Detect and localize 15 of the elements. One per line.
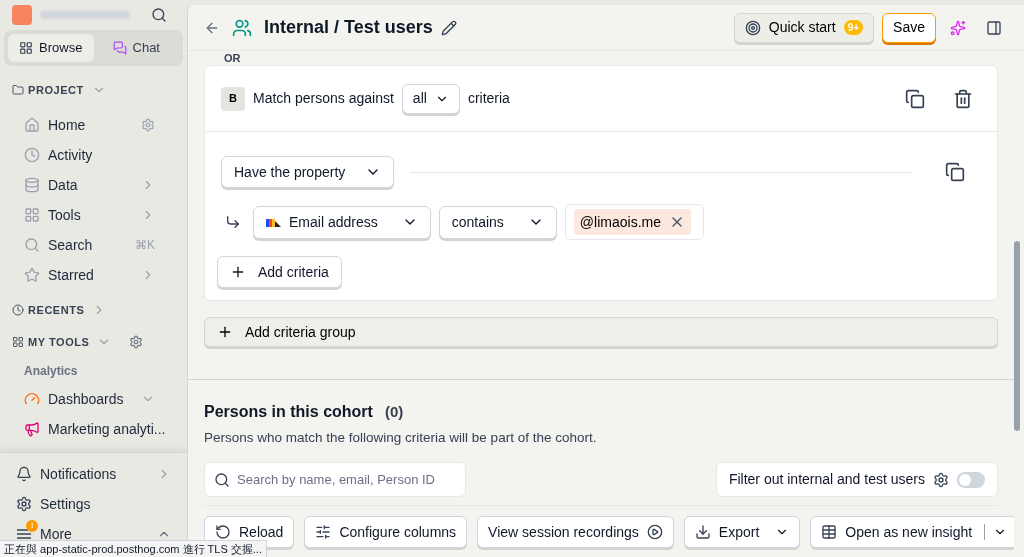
group-letter: B xyxy=(221,86,245,111)
person-count: (0) xyxy=(384,401,404,422)
count-badge: 9+ xyxy=(843,20,864,35)
or-label: OR xyxy=(223,51,242,65)
section-description: Persons who match the following criteria will be part of the cohort. xyxy=(204,429,598,447)
status-tooltip: 正在與 app-static-prod.posthog.com 進行 TLS 交握... xyxy=(0,540,267,557)
group-label: Analytics xyxy=(23,363,79,380)
page-title: Internal / Test users xyxy=(264,16,433,39)
match-label: criteria xyxy=(467,89,510,108)
toggle-label: Filter out internal and test users xyxy=(728,470,925,490)
match-label: Match persons against xyxy=(253,89,394,108)
shortcut-hint: ⌘K xyxy=(135,237,155,254)
value-tag: @limaois.me xyxy=(573,209,691,235)
warning-badge: ! xyxy=(26,520,38,532)
section-title: Persons in this cohort xyxy=(204,402,373,422)
